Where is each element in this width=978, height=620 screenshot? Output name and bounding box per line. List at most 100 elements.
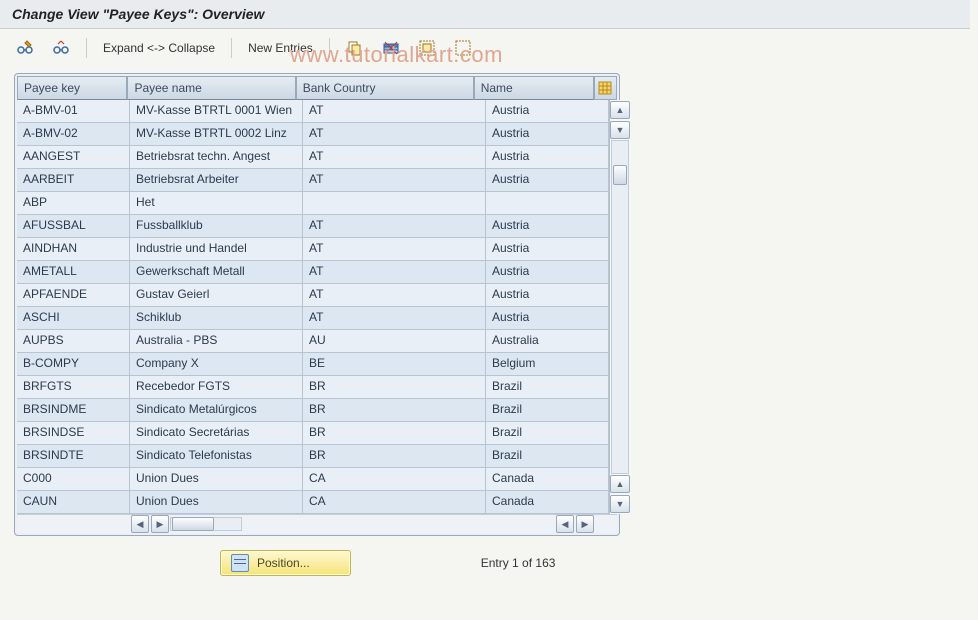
cell-payee-key[interactable]: APFAENDE — [17, 284, 130, 307]
cell-payee-key[interactable]: AMETALL — [17, 261, 130, 284]
table-row[interactable]: CAUNUnion DuesCACanada — [17, 491, 609, 514]
col-header-name[interactable]: Name — [474, 76, 594, 100]
col-header-payee-key[interactable]: Payee key — [17, 76, 127, 100]
cell-payee-name[interactable]: Sindicato Metalúrgicos — [130, 399, 303, 422]
position-button[interactable]: Position... — [220, 550, 351, 576]
cell-payee-name[interactable]: Betriebsrat Arbeiter — [130, 169, 303, 192]
cell-country-name[interactable]: Brazil — [486, 422, 609, 445]
col-header-bank-country[interactable]: Bank Country — [296, 76, 474, 100]
cell-country-name[interactable]: Austria — [486, 238, 609, 261]
cell-country-name[interactable]: Belgium — [486, 353, 609, 376]
table-row[interactable]: AARBEITBetriebsrat ArbeiterATAustria — [17, 169, 609, 192]
cell-bank-country[interactable]: CA — [303, 491, 486, 514]
cell-payee-key[interactable]: ABP — [17, 192, 130, 215]
cell-country-name[interactable]: Canada — [486, 468, 609, 491]
table-row[interactable]: AFUSSBALFussballklubATAustria — [17, 215, 609, 238]
cell-payee-key[interactable]: AFUSSBAL — [17, 215, 130, 238]
hscroll-thumb[interactable] — [172, 517, 214, 531]
cell-payee-key[interactable]: AINDHAN — [17, 238, 130, 261]
cell-country-name[interactable]: Austria — [486, 123, 609, 146]
table-row[interactable]: BRSINDTESindicato TelefonistasBRBrazil — [17, 445, 609, 468]
cell-country-name[interactable]: Australia — [486, 330, 609, 353]
cell-bank-country[interactable]: AT — [303, 238, 486, 261]
cell-bank-country[interactable]: AU — [303, 330, 486, 353]
cell-bank-country[interactable]: AT — [303, 146, 486, 169]
cell-payee-name[interactable]: Sindicato Telefonistas — [130, 445, 303, 468]
scroll-up-arrow-2[interactable]: ▲ — [610, 475, 630, 493]
other-view-button[interactable] — [46, 36, 76, 60]
display-change-toggle[interactable] — [10, 36, 40, 60]
cell-payee-key[interactable]: A-BMV-02 — [17, 123, 130, 146]
cell-payee-name[interactable]: Union Dues — [130, 491, 303, 514]
scroll-down-arrow-2[interactable]: ▼ — [610, 495, 630, 513]
table-row[interactable]: C000Union DuesCACanada — [17, 468, 609, 491]
cell-bank-country[interactable]: AT — [303, 123, 486, 146]
delete-button[interactable] — [376, 36, 406, 60]
cell-payee-name[interactable]: Sindicato Secretárias — [130, 422, 303, 445]
cell-payee-name[interactable]: Union Dues — [130, 468, 303, 491]
cell-bank-country[interactable]: BR — [303, 422, 486, 445]
hscroll-left-arrow-2[interactable]: ◀ — [556, 515, 574, 533]
cell-payee-name[interactable]: Company X — [130, 353, 303, 376]
cell-payee-key[interactable]: CAUN — [17, 491, 130, 514]
cell-payee-key[interactable]: A-BMV-01 — [17, 100, 130, 123]
table-row[interactable]: APFAENDEGustav GeierlATAustria — [17, 284, 609, 307]
cell-payee-key[interactable]: BRFGTS — [17, 376, 130, 399]
select-all-button[interactable] — [412, 36, 442, 60]
cell-payee-key[interactable]: C000 — [17, 468, 130, 491]
hscroll-right-arrow-2[interactable]: ▶ — [576, 515, 594, 533]
cell-payee-key[interactable]: AUPBS — [17, 330, 130, 353]
copy-as-button[interactable] — [340, 36, 370, 60]
cell-bank-country[interactable] — [303, 192, 486, 215]
table-row[interactable]: ABPHet — [17, 192, 609, 215]
cell-bank-country[interactable]: AT — [303, 307, 486, 330]
cell-country-name[interactable]: Austria — [486, 307, 609, 330]
cell-payee-key[interactable]: BRSINDTE — [17, 445, 130, 468]
cell-payee-name[interactable]: MV-Kasse BTRTL 0002 Linz — [130, 123, 303, 146]
table-row[interactable]: AUPBSAustralia - PBSAUAustralia — [17, 330, 609, 353]
cell-bank-country[interactable]: BR — [303, 376, 486, 399]
cell-payee-key[interactable]: BRSINDSE — [17, 422, 130, 445]
cell-bank-country[interactable]: AT — [303, 284, 486, 307]
cell-payee-key[interactable]: AANGEST — [17, 146, 130, 169]
cell-payee-name[interactable]: Het — [130, 192, 303, 215]
cell-bank-country[interactable]: BR — [303, 399, 486, 422]
cell-payee-name[interactable]: Recebedor FGTS — [130, 376, 303, 399]
cell-bank-country[interactable]: AT — [303, 169, 486, 192]
table-row[interactable]: BRFGTSRecebedor FGTSBRBrazil — [17, 376, 609, 399]
cell-country-name[interactable]: Austria — [486, 146, 609, 169]
col-header-payee-name[interactable]: Payee name — [127, 76, 295, 100]
deselect-all-button[interactable] — [448, 36, 478, 60]
cell-country-name[interactable]: Austria — [486, 169, 609, 192]
cell-country-name[interactable]: Austria — [486, 100, 609, 123]
cell-payee-key[interactable]: BRSINDME — [17, 399, 130, 422]
cell-bank-country[interactable]: AT — [303, 215, 486, 238]
cell-payee-name[interactable]: Gustav Geierl — [130, 284, 303, 307]
hscroll-track[interactable] — [170, 517, 242, 531]
cell-country-name[interactable]: Austria — [486, 284, 609, 307]
cell-bank-country[interactable]: AT — [303, 261, 486, 284]
table-row[interactable]: AINDHANIndustrie und HandelATAustria — [17, 238, 609, 261]
cell-payee-key[interactable]: ASCHI — [17, 307, 130, 330]
cell-bank-country[interactable]: CA — [303, 468, 486, 491]
cell-country-name[interactable]: Brazil — [486, 376, 609, 399]
cell-payee-name[interactable]: MV-Kasse BTRTL 0001 Wien — [130, 100, 303, 123]
cell-country-name[interactable]: Canada — [486, 491, 609, 514]
vertical-scrollbar[interactable]: ▲ ▼ ▲ ▼ — [609, 100, 630, 514]
table-row[interactable]: AANGESTBetriebsrat techn. AngestATAustri… — [17, 146, 609, 169]
hscroll-left-arrow[interactable]: ◀ — [131, 515, 149, 533]
cell-payee-name[interactable]: Industrie und Handel — [130, 238, 303, 261]
table-row[interactable]: B-COMPYCompany XBEBelgium — [17, 353, 609, 376]
cell-country-name[interactable] — [486, 192, 609, 215]
table-row[interactable]: BRSINDSESindicato SecretáriasBRBrazil — [17, 422, 609, 445]
cell-country-name[interactable]: Austria — [486, 261, 609, 284]
cell-country-name[interactable]: Austria — [486, 215, 609, 238]
scroll-down-arrow[interactable]: ▼ — [610, 121, 630, 139]
hscroll-right-arrow[interactable]: ▶ — [151, 515, 169, 533]
cell-payee-name[interactable]: Gewerkschaft Metall — [130, 261, 303, 284]
table-row[interactable]: AMETALLGewerkschaft MetallATAustria — [17, 261, 609, 284]
cell-country-name[interactable]: Brazil — [486, 399, 609, 422]
cell-payee-name[interactable]: Schiklub — [130, 307, 303, 330]
cell-country-name[interactable]: Brazil — [486, 445, 609, 468]
scrollbar-thumb[interactable] — [613, 165, 627, 185]
